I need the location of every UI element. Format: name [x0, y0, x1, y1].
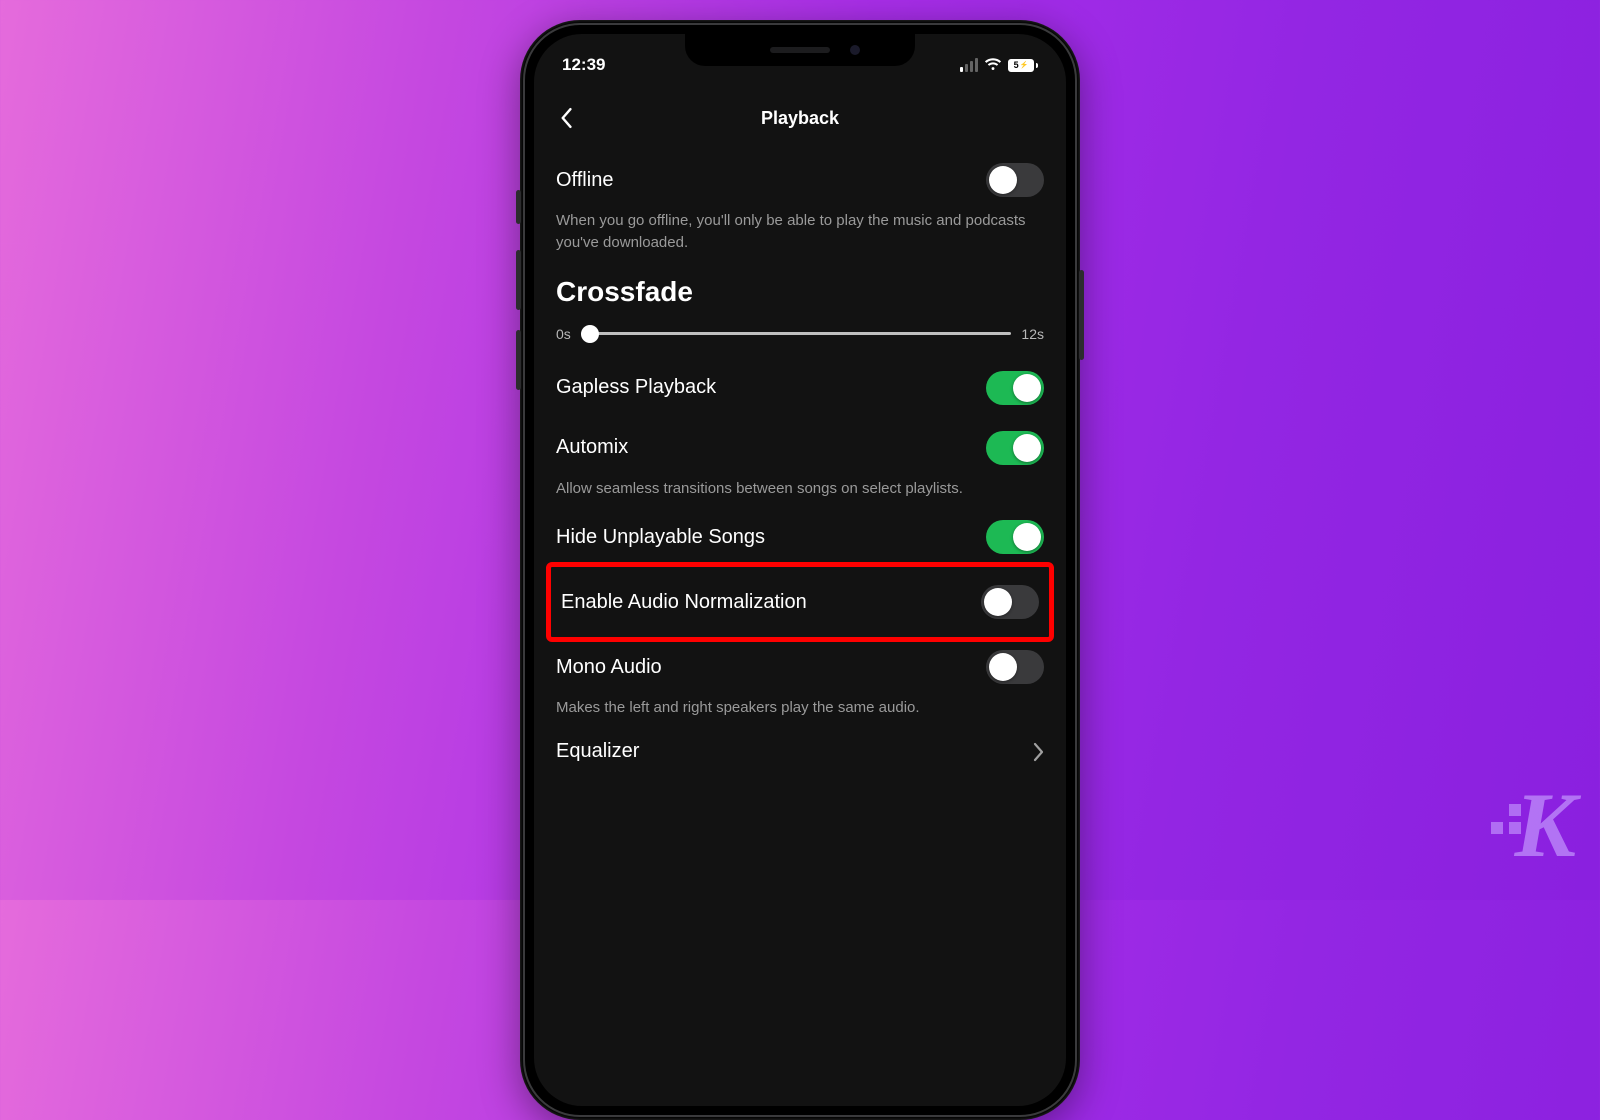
automix-description: Allow seamless transitions between songs… — [556, 478, 1044, 508]
hide-unplayable-row: Hide Unplayable Songs — [556, 507, 1044, 562]
notch — [685, 34, 915, 66]
audio-normalization-row: Enable Audio Normalization — [561, 567, 1039, 637]
gapless-toggle[interactable] — [986, 371, 1044, 405]
crossfade-max-label: 12s — [1021, 326, 1044, 342]
gapless-row: Gapless Playback — [556, 358, 1044, 418]
offline-row: Offline — [556, 150, 1044, 210]
screen: 12:39 5⚡ Playback Offline — [534, 34, 1066, 1106]
cellular-icon — [960, 58, 978, 72]
offline-label: Offline — [556, 169, 613, 192]
status-time: 12:39 — [562, 55, 605, 75]
volume-down-button — [516, 330, 521, 390]
automix-toggle[interactable] — [986, 431, 1044, 465]
hide-unplayable-toggle[interactable] — [986, 520, 1044, 554]
watermark-logo: K — [1491, 772, 1572, 878]
power-button — [1079, 270, 1084, 360]
mono-audio-description: Makes the left and right speakers play t… — [556, 697, 1044, 727]
back-button[interactable] — [552, 104, 580, 132]
gapless-label: Gapless Playback — [556, 376, 716, 399]
automix-row: Automix — [556, 418, 1044, 478]
wifi-icon — [984, 58, 1002, 72]
chevron-left-icon — [559, 107, 573, 129]
mono-audio-label: Mono Audio — [556, 656, 662, 679]
phone-frame: 12:39 5⚡ Playback Offline — [520, 20, 1080, 1120]
crossfade-title: Crossfade — [556, 262, 1044, 318]
crossfade-min-label: 0s — [556, 326, 571, 342]
mute-switch — [516, 190, 521, 224]
nav-header: Playback — [534, 90, 1066, 146]
mono-audio-toggle[interactable] — [986, 650, 1044, 684]
hide-unplayable-label: Hide Unplayable Songs — [556, 526, 765, 549]
automix-label: Automix — [556, 436, 628, 459]
audio-normalization-label: Enable Audio Normalization — [561, 591, 807, 614]
slider-thumb[interactable] — [581, 325, 599, 343]
mono-audio-row: Mono Audio — [556, 642, 1044, 697]
audio-normalization-toggle[interactable] — [981, 585, 1039, 619]
highlight-annotation: Enable Audio Normalization — [546, 562, 1054, 642]
crossfade-slider[interactable] — [581, 324, 1012, 344]
equalizer-row[interactable]: Equalizer — [556, 727, 1044, 776]
offline-toggle[interactable] — [986, 163, 1044, 197]
crossfade-slider-row: 0s 12s — [556, 318, 1044, 358]
chevron-right-icon — [1032, 742, 1044, 762]
equalizer-label: Equalizer — [556, 740, 639, 763]
battery-icon: 5⚡ — [1008, 59, 1038, 72]
volume-up-button — [516, 250, 521, 310]
page-title: Playback — [761, 108, 839, 129]
offline-description: When you go offline, you'll only be able… — [556, 210, 1044, 262]
